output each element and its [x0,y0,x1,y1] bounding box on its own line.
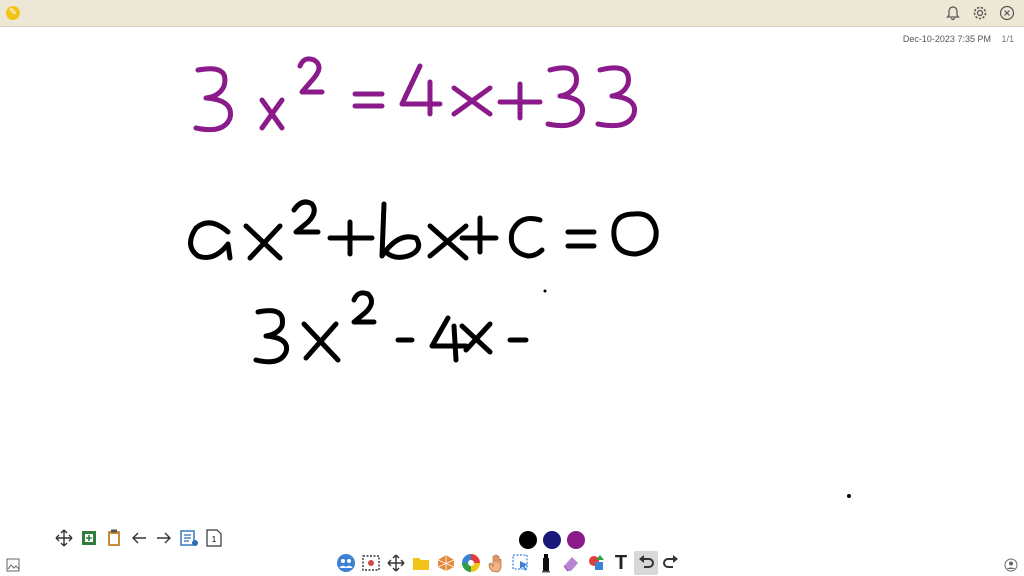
standard-form [188,199,659,261]
pencil-icon[interactable]: ✎ [6,6,20,20]
eraser-icon[interactable] [559,551,583,575]
page-number: 1 [211,534,217,544]
title-bar: ✎ [0,0,1024,27]
gear-icon[interactable] [969,2,991,24]
ink-dot [847,494,851,498]
next-page-icon[interactable] [152,526,176,550]
hand-icon[interactable] [484,551,508,575]
redo-icon[interactable] [659,551,683,575]
undo-icon[interactable] [634,551,658,575]
add-page-icon[interactable] [77,526,101,550]
shape-tool-icon[interactable] [584,551,608,575]
whiteboard-canvas[interactable] [0,27,1024,547]
pen-color-black[interactable] [519,531,537,549]
ink-dot [543,289,547,293]
close-icon[interactable] [996,2,1018,24]
screenshot-icon[interactable] [359,551,383,575]
move-icon[interactable] [384,551,408,575]
rearranged-equation [253,290,529,365]
pen-color-navy[interactable] [543,531,561,549]
pen-color-swatches [516,528,588,552]
page-number-button[interactable]: 1 [202,526,226,550]
color-wheel-icon[interactable] [459,551,483,575]
page-list-icon[interactable] [177,526,201,550]
original-equation [193,56,638,133]
text-icon[interactable]: T [609,551,633,575]
image-icon[interactable] [6,558,20,572]
user-icon[interactable] [1004,558,1018,572]
pen-color-purple[interactable] [567,531,585,549]
bell-icon[interactable] [942,2,964,24]
main-toolbar: T [334,551,684,575]
shapes-icon[interactable] [434,551,458,575]
paste-icon[interactable] [102,526,126,550]
page-navigator: 1 [52,526,227,550]
people-icon[interactable] [334,551,358,575]
text-tool-label: T [614,551,628,574]
marker-icon[interactable] [534,551,558,575]
folder-icon[interactable] [409,551,433,575]
move-icon[interactable] [52,526,76,550]
prev-page-icon[interactable] [127,526,151,550]
select-icon[interactable] [509,551,533,575]
